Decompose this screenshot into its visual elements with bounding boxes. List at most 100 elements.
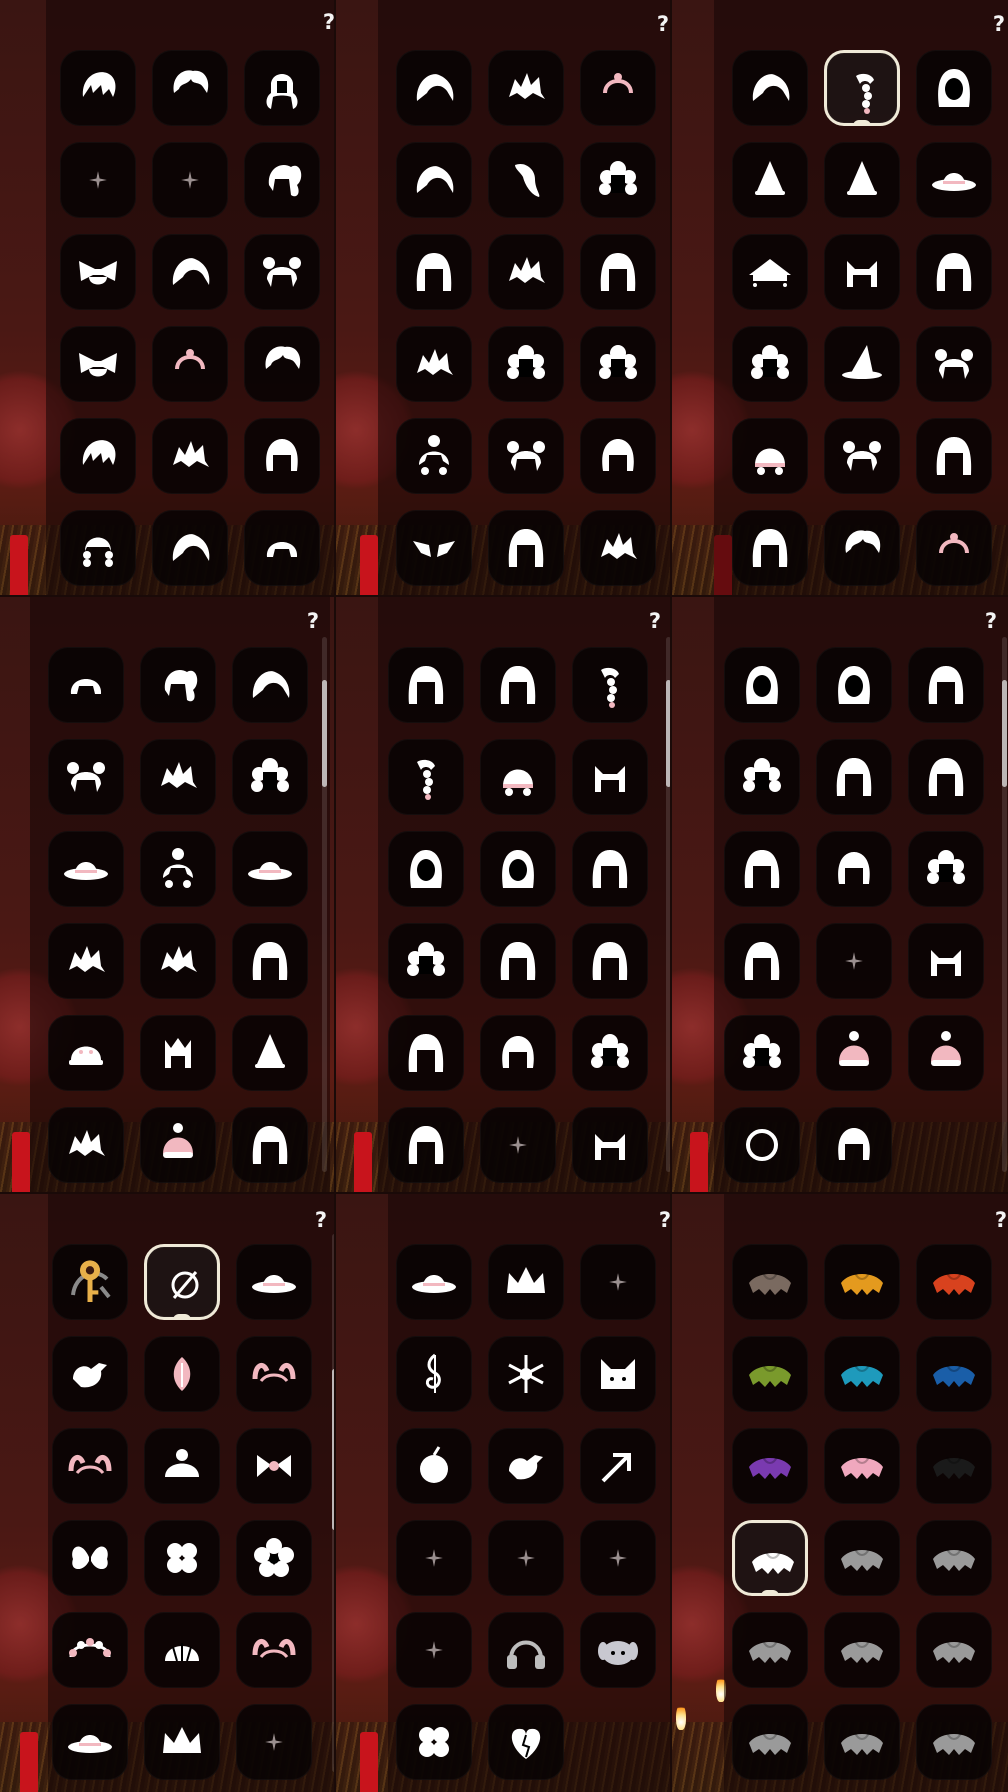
item-tile[interactable] [52,1704,128,1780]
item-tile[interactable] [144,1428,220,1504]
item-tile[interactable] [488,1612,564,1688]
item-tile[interactable] [388,647,464,723]
item-tile[interactable] [916,510,992,586]
item-tile[interactable] [396,50,472,126]
item-tile[interactable] [232,1107,308,1183]
item-tile[interactable] [824,1244,900,1320]
item-tile[interactable] [144,1612,220,1688]
item-tile[interactable] [488,1704,564,1780]
scrollbar-thumb[interactable] [666,679,670,787]
item-tile[interactable] [816,923,892,999]
item-tile[interactable] [52,1520,128,1596]
item-tile[interactable] [724,1015,800,1091]
item-tile[interactable] [908,923,984,999]
item-tile[interactable] [52,1336,128,1412]
help-button[interactable]: ? [652,12,670,36]
item-tile[interactable] [908,739,984,815]
item-tile[interactable] [824,510,900,586]
item-tile[interactable] [824,1428,900,1504]
item-tile[interactable] [580,1336,656,1412]
item-tile[interactable] [244,418,320,494]
item-tile[interactable] [232,739,308,815]
scrollbar[interactable] [332,1234,334,1772]
item-tile[interactable] [140,831,216,907]
item-tile[interactable] [816,1015,892,1091]
item-tile[interactable] [580,142,656,218]
item-tile-selected[interactable] [824,50,900,126]
item-tile[interactable] [916,1428,992,1504]
item-tile[interactable] [388,1015,464,1091]
item-tile[interactable] [816,831,892,907]
item-tile[interactable] [60,326,136,402]
item-tile[interactable] [580,510,656,586]
item-tile[interactable] [388,1107,464,1183]
item-tile[interactable] [140,1107,216,1183]
item-tile[interactable] [244,326,320,402]
item-tile[interactable] [572,739,648,815]
item-tile[interactable] [824,1704,900,1780]
item-tile[interactable] [824,418,900,494]
item-tile[interactable] [488,1244,564,1320]
item-tile[interactable] [488,326,564,402]
item-tile[interactable] [140,1015,216,1091]
item-tile[interactable] [236,1520,312,1596]
item-tile[interactable] [732,142,808,218]
item-tile[interactable] [60,510,136,586]
item-tile[interactable] [488,418,564,494]
item-tile[interactable] [140,739,216,815]
item-tile-selected[interactable] [732,1520,808,1596]
item-tile[interactable] [580,418,656,494]
item-tile[interactable] [396,1612,472,1688]
item-tile[interactable] [488,234,564,310]
item-tile[interactable] [396,1336,472,1412]
item-tile[interactable] [140,647,216,723]
item-tile[interactable] [732,418,808,494]
help-button[interactable]: ? [644,609,666,633]
item-tile[interactable] [816,647,892,723]
item-tile[interactable] [916,142,992,218]
help-button[interactable]: ? [310,1208,332,1232]
item-tile[interactable] [916,326,992,402]
item-tile[interactable] [244,142,320,218]
item-tile[interactable] [152,510,228,586]
item-tile[interactable] [488,50,564,126]
scrollbar[interactable] [1002,637,1007,1172]
scrollbar[interactable] [666,637,670,1172]
item-tile[interactable] [580,234,656,310]
item-tile[interactable] [388,739,464,815]
item-tile[interactable] [396,326,472,402]
item-tile[interactable] [236,1244,312,1320]
item-tile[interactable] [236,1428,312,1504]
item-tile[interactable] [572,831,648,907]
item-tile[interactable] [152,234,228,310]
item-tile[interactable] [724,923,800,999]
item-tile[interactable] [580,1428,656,1504]
item-tile[interactable] [732,50,808,126]
item-tile[interactable] [732,510,808,586]
item-tile[interactable] [732,326,808,402]
scrollbar-thumb[interactable] [322,679,327,787]
item-tile[interactable] [580,1612,656,1688]
item-tile[interactable] [732,1612,808,1688]
item-tile[interactable] [152,326,228,402]
help-button[interactable]: ? [318,10,334,34]
item-tile[interactable] [236,1704,312,1780]
item-tile[interactable] [244,510,320,586]
item-tile[interactable] [48,739,124,815]
item-tile[interactable] [152,50,228,126]
item-tile[interactable] [824,1520,900,1596]
item-tile[interactable] [572,1015,648,1091]
item-tile[interactable] [396,1704,472,1780]
item-tile[interactable] [580,1520,656,1596]
item-tile[interactable] [232,1015,308,1091]
item-tile[interactable] [52,1612,128,1688]
item-tile[interactable] [916,418,992,494]
item-tile[interactable] [152,418,228,494]
item-tile[interactable] [396,1428,472,1504]
item-tile[interactable] [908,831,984,907]
item-tile[interactable] [396,418,472,494]
item-tile[interactable] [396,1244,472,1320]
item-tile[interactable] [244,234,320,310]
item-tile[interactable] [824,326,900,402]
item-tile[interactable] [916,50,992,126]
